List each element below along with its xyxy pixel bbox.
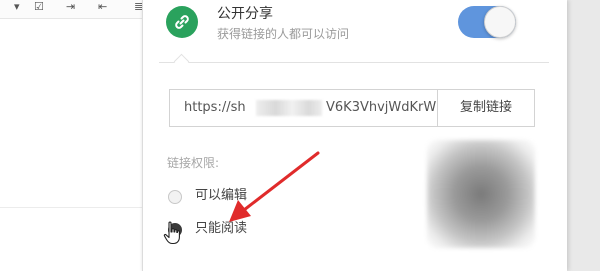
dropdown-caret-icon[interactable]: ▾ (14, 1, 20, 13)
editor-divider (0, 207, 148, 208)
link-url-suffix: V6K3VhvjWdKrW (326, 100, 437, 115)
share-title: 公开分享 (217, 6, 273, 22)
permission-label: 链接权限: (167, 156, 220, 170)
hand-cursor-icon (163, 221, 180, 245)
divider-pointer (173, 53, 190, 70)
editor-background: ▾ ☑ ⇥ ⇤ ≣ (0, 0, 148, 271)
screen: ▾ ☑ ⇥ ⇤ ≣ 公开分享 获得链接的人都可以访问 https://sh V6… (0, 0, 600, 271)
redacted-url-segment (256, 100, 322, 116)
toggle-knob[interactable] (484, 6, 516, 38)
side-overlay (566, 0, 600, 271)
public-share-toggle[interactable] (458, 6, 516, 38)
indent-icon[interactable]: ⇥ (66, 1, 75, 13)
outdent-icon[interactable]: ⇤ (98, 1, 107, 13)
link-url-prefix: https://sh (184, 100, 246, 115)
checkbox-icon[interactable]: ☑ (34, 1, 44, 13)
option-read-only-label[interactable]: 只能阅读 (195, 221, 247, 237)
radio-can-edit[interactable] (168, 190, 182, 204)
editor-toolbar: ▾ ☑ ⇥ ⇤ ≣ (0, 0, 148, 19)
share-link-field[interactable]: https://sh V6K3VhvjWdKrW (169, 89, 439, 127)
share-subtitle: 获得链接的人都可以访问 (217, 27, 350, 41)
share-panel: 公开分享 获得链接的人都可以访问 https://sh V6K3VhvjWdKr… (142, 0, 567, 271)
option-can-edit-label[interactable]: 可以编辑 (195, 188, 247, 204)
copy-link-button[interactable]: 复制链接 (437, 89, 535, 127)
blurred-qr-code (427, 140, 535, 248)
section-divider (159, 62, 549, 63)
link-icon (166, 6, 198, 38)
